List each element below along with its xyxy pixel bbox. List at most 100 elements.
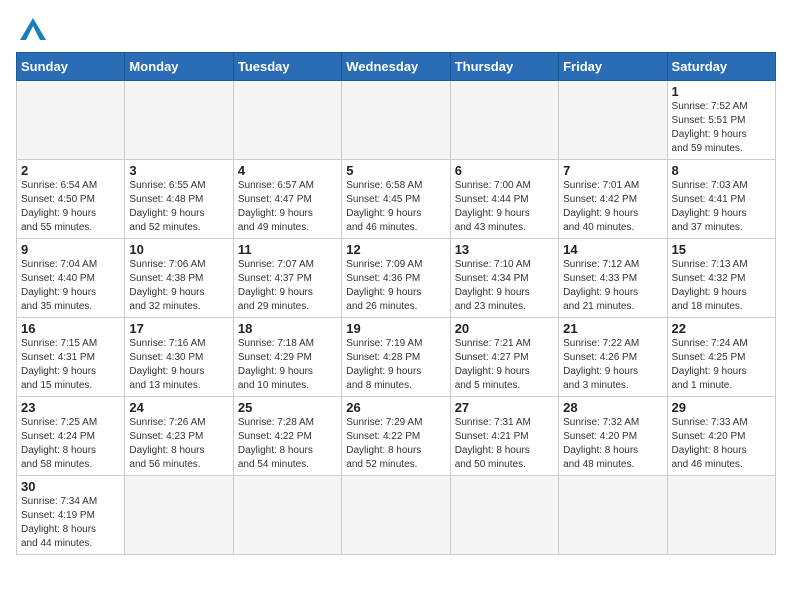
calendar-row: 2Sunrise: 6:54 AM Sunset: 4:50 PM Daylig… — [17, 160, 776, 239]
calendar-cell: 19Sunrise: 7:19 AM Sunset: 4:28 PM Dayli… — [342, 318, 450, 397]
calendar-cell: 20Sunrise: 7:21 AM Sunset: 4:27 PM Dayli… — [450, 318, 558, 397]
calendar-cell: 13Sunrise: 7:10 AM Sunset: 4:34 PM Dayli… — [450, 239, 558, 318]
day-number: 27 — [455, 400, 554, 415]
day-info: Sunrise: 7:09 AM Sunset: 4:36 PM Dayligh… — [346, 258, 445, 314]
day-info: Sunrise: 7:34 AM Sunset: 4:19 PM Dayligh… — [21, 495, 120, 551]
calendar-cell: 11Sunrise: 7:07 AM Sunset: 4:37 PM Dayli… — [233, 239, 341, 318]
day-info: Sunrise: 7:21 AM Sunset: 4:27 PM Dayligh… — [455, 337, 554, 393]
calendar-cell: 7Sunrise: 7:01 AM Sunset: 4:42 PM Daylig… — [559, 160, 667, 239]
calendar-cell: 1Sunrise: 7:52 AM Sunset: 5:51 PM Daylig… — [667, 81, 775, 160]
day-number: 20 — [455, 321, 554, 336]
day-number: 11 — [238, 242, 337, 257]
calendar: SundayMondayTuesdayWednesdayThursdayFrid… — [16, 52, 776, 555]
day-info: Sunrise: 7:03 AM Sunset: 4:41 PM Dayligh… — [672, 179, 771, 235]
calendar-cell: 3Sunrise: 6:55 AM Sunset: 4:48 PM Daylig… — [125, 160, 233, 239]
day-number: 22 — [672, 321, 771, 336]
calendar-cell: 25Sunrise: 7:28 AM Sunset: 4:22 PM Dayli… — [233, 397, 341, 476]
day-number: 7 — [563, 163, 662, 178]
calendar-cell: 21Sunrise: 7:22 AM Sunset: 4:26 PM Dayli… — [559, 318, 667, 397]
calendar-cell: 15Sunrise: 7:13 AM Sunset: 4:32 PM Dayli… — [667, 239, 775, 318]
day-info: Sunrise: 7:24 AM Sunset: 4:25 PM Dayligh… — [672, 337, 771, 393]
calendar-cell: 9Sunrise: 7:04 AM Sunset: 4:40 PM Daylig… — [17, 239, 125, 318]
day-info: Sunrise: 6:58 AM Sunset: 4:45 PM Dayligh… — [346, 179, 445, 235]
day-info: Sunrise: 7:18 AM Sunset: 4:29 PM Dayligh… — [238, 337, 337, 393]
logo-icon — [18, 16, 48, 42]
day-number: 26 — [346, 400, 445, 415]
calendar-row: 9Sunrise: 7:04 AM Sunset: 4:40 PM Daylig… — [17, 239, 776, 318]
day-info: Sunrise: 7:28 AM Sunset: 4:22 PM Dayligh… — [238, 416, 337, 472]
calendar-cell: 16Sunrise: 7:15 AM Sunset: 4:31 PM Dayli… — [17, 318, 125, 397]
day-number: 9 — [21, 242, 120, 257]
day-info: Sunrise: 7:33 AM Sunset: 4:20 PM Dayligh… — [672, 416, 771, 472]
day-number: 24 — [129, 400, 228, 415]
calendar-cell: 24Sunrise: 7:26 AM Sunset: 4:23 PM Dayli… — [125, 397, 233, 476]
weekday-header-row: SundayMondayTuesdayWednesdayThursdayFrid… — [17, 53, 776, 81]
weekday-header-saturday: Saturday — [667, 53, 775, 81]
calendar-cell: 17Sunrise: 7:16 AM Sunset: 4:30 PM Dayli… — [125, 318, 233, 397]
calendar-cell — [342, 476, 450, 555]
day-info: Sunrise: 6:55 AM Sunset: 4:48 PM Dayligh… — [129, 179, 228, 235]
day-number: 8 — [672, 163, 771, 178]
day-number: 19 — [346, 321, 445, 336]
calendar-cell: 29Sunrise: 7:33 AM Sunset: 4:20 PM Dayli… — [667, 397, 775, 476]
day-number: 15 — [672, 242, 771, 257]
calendar-cell: 18Sunrise: 7:18 AM Sunset: 4:29 PM Dayli… — [233, 318, 341, 397]
day-info: Sunrise: 7:12 AM Sunset: 4:33 PM Dayligh… — [563, 258, 662, 314]
day-info: Sunrise: 7:00 AM Sunset: 4:44 PM Dayligh… — [455, 179, 554, 235]
day-number: 3 — [129, 163, 228, 178]
day-info: Sunrise: 7:06 AM Sunset: 4:38 PM Dayligh… — [129, 258, 228, 314]
day-number: 2 — [21, 163, 120, 178]
day-info: Sunrise: 7:10 AM Sunset: 4:34 PM Dayligh… — [455, 258, 554, 314]
day-info: Sunrise: 7:29 AM Sunset: 4:22 PM Dayligh… — [346, 416, 445, 472]
day-number: 25 — [238, 400, 337, 415]
calendar-cell: 4Sunrise: 6:57 AM Sunset: 4:47 PM Daylig… — [233, 160, 341, 239]
weekday-header-friday: Friday — [559, 53, 667, 81]
day-number: 10 — [129, 242, 228, 257]
calendar-row: 23Sunrise: 7:25 AM Sunset: 4:24 PM Dayli… — [17, 397, 776, 476]
day-number: 21 — [563, 321, 662, 336]
day-number: 5 — [346, 163, 445, 178]
calendar-cell — [17, 81, 125, 160]
calendar-cell — [450, 476, 558, 555]
calendar-cell: 2Sunrise: 6:54 AM Sunset: 4:50 PM Daylig… — [17, 160, 125, 239]
day-info: Sunrise: 7:01 AM Sunset: 4:42 PM Dayligh… — [563, 179, 662, 235]
calendar-cell: 28Sunrise: 7:32 AM Sunset: 4:20 PM Dayli… — [559, 397, 667, 476]
calendar-cell — [559, 81, 667, 160]
weekday-header-thursday: Thursday — [450, 53, 558, 81]
weekday-header-sunday: Sunday — [17, 53, 125, 81]
day-info: Sunrise: 7:52 AM Sunset: 5:51 PM Dayligh… — [672, 100, 771, 156]
day-number: 14 — [563, 242, 662, 257]
calendar-cell — [125, 476, 233, 555]
day-number: 28 — [563, 400, 662, 415]
day-info: Sunrise: 7:13 AM Sunset: 4:32 PM Dayligh… — [672, 258, 771, 314]
weekday-header-monday: Monday — [125, 53, 233, 81]
day-info: Sunrise: 7:19 AM Sunset: 4:28 PM Dayligh… — [346, 337, 445, 393]
calendar-row: 30Sunrise: 7:34 AM Sunset: 4:19 PM Dayli… — [17, 476, 776, 555]
day-number: 18 — [238, 321, 337, 336]
calendar-cell — [125, 81, 233, 160]
day-info: Sunrise: 7:16 AM Sunset: 4:30 PM Dayligh… — [129, 337, 228, 393]
day-number: 30 — [21, 479, 120, 494]
header — [16, 16, 776, 42]
calendar-cell: 30Sunrise: 7:34 AM Sunset: 4:19 PM Dayli… — [17, 476, 125, 555]
calendar-cell: 27Sunrise: 7:31 AM Sunset: 4:21 PM Dayli… — [450, 397, 558, 476]
logo — [16, 16, 48, 42]
calendar-cell: 26Sunrise: 7:29 AM Sunset: 4:22 PM Dayli… — [342, 397, 450, 476]
day-number: 17 — [129, 321, 228, 336]
calendar-cell — [559, 476, 667, 555]
calendar-cell: 23Sunrise: 7:25 AM Sunset: 4:24 PM Dayli… — [17, 397, 125, 476]
day-info: Sunrise: 7:22 AM Sunset: 4:26 PM Dayligh… — [563, 337, 662, 393]
calendar-cell — [233, 476, 341, 555]
calendar-cell — [233, 81, 341, 160]
calendar-cell: 22Sunrise: 7:24 AM Sunset: 4:25 PM Dayli… — [667, 318, 775, 397]
day-number: 4 — [238, 163, 337, 178]
day-number: 16 — [21, 321, 120, 336]
day-number: 6 — [455, 163, 554, 178]
calendar-cell: 6Sunrise: 7:00 AM Sunset: 4:44 PM Daylig… — [450, 160, 558, 239]
day-info: Sunrise: 6:57 AM Sunset: 4:47 PM Dayligh… — [238, 179, 337, 235]
day-info: Sunrise: 7:07 AM Sunset: 4:37 PM Dayligh… — [238, 258, 337, 314]
calendar-cell: 8Sunrise: 7:03 AM Sunset: 4:41 PM Daylig… — [667, 160, 775, 239]
day-info: Sunrise: 7:15 AM Sunset: 4:31 PM Dayligh… — [21, 337, 120, 393]
day-info: Sunrise: 6:54 AM Sunset: 4:50 PM Dayligh… — [21, 179, 120, 235]
day-info: Sunrise: 7:32 AM Sunset: 4:20 PM Dayligh… — [563, 416, 662, 472]
